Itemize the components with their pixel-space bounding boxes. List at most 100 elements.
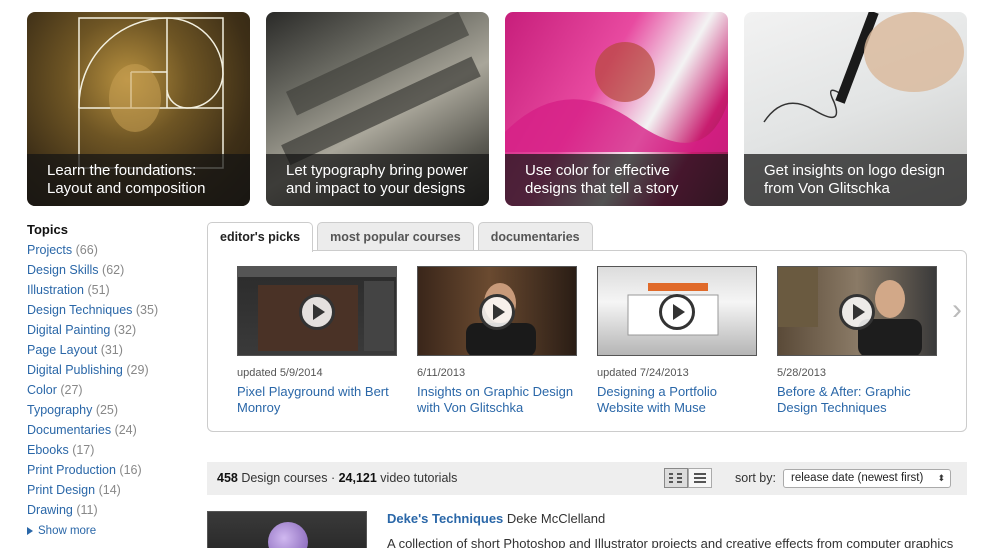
hero-tile-logo[interactable]: Get insights on logo design from Von Gli… [744, 12, 967, 206]
hero-caption: Use color for effective designs that tel… [505, 154, 728, 206]
play-icon[interactable] [659, 294, 695, 330]
show-more-link[interactable]: Show more [27, 521, 197, 541]
play-icon[interactable] [299, 294, 335, 330]
select-arrows-icon: ⬍ [937, 473, 945, 483]
sort-select[interactable]: release date (newest first) ⬍ [783, 469, 951, 488]
triangle-right-icon [27, 527, 33, 535]
play-icon[interactable] [839, 294, 875, 330]
course-title-link[interactable]: Deke's Techniques [387, 511, 503, 526]
hero-caption-line: Let typography bring power [286, 162, 468, 179]
topic-link-color[interactable]: Color (27) [27, 380, 197, 400]
course-carousel: updated 5/9/2014 Pixel Playground with B… [207, 250, 967, 432]
hero-caption-line: from Von Glitschka [764, 180, 890, 197]
hero-caption: Get insights on logo design from Von Gli… [744, 154, 967, 206]
hero-caption-line: Learn the foundations: [47, 162, 197, 179]
topic-link-design-skills[interactable]: Design Skills (62) [27, 260, 197, 280]
hero-caption: Let typography bring power and impact to… [266, 154, 489, 206]
carousel-card[interactable]: updated 7/24/2013 Designing a Portfolio … [597, 266, 758, 416]
topic-link-print-production[interactable]: Print Production (16) [27, 460, 197, 480]
detail-view-button[interactable] [664, 468, 688, 488]
card-title-line: Design Techniques [777, 400, 887, 415]
topic-count: (24) [114, 423, 137, 437]
topic-count: (66) [75, 243, 98, 257]
topic-label: Typography [27, 403, 93, 417]
topic-link-digital-publishing[interactable]: Digital Publishing (29) [27, 360, 197, 380]
results-count: 458 Design courses · 24,121 video tutori… [217, 471, 457, 485]
topic-link-design-techniques[interactable]: Design Techniques (35) [27, 300, 197, 320]
topic-link-illustration[interactable]: Illustration (51) [27, 280, 197, 300]
course-thumbnail[interactable] [207, 511, 367, 548]
hero-caption-line: Layout and composition [47, 180, 206, 197]
topic-link-ebooks[interactable]: Ebooks (17) [27, 440, 197, 460]
carousel-next-arrow-icon[interactable]: › [952, 295, 962, 325]
video-label: video tutorials [376, 471, 458, 485]
topic-link-documentaries[interactable]: Documentaries (24) [27, 420, 197, 440]
hero-caption-line: Use color for effective [525, 162, 670, 179]
video-count: 24,121 [338, 471, 377, 485]
hero-tile-color[interactable]: Use color for effective designs that tel… [505, 12, 728, 206]
course-tabs: editor's picks most popular courses docu… [207, 222, 597, 252]
topic-count: (16) [119, 463, 142, 477]
show-more-label: Show more [38, 525, 97, 537]
topic-label: Digital Painting [27, 323, 111, 337]
card-title-link[interactable]: Pixel Playground with Bert Monroy [237, 384, 398, 416]
topic-label: Print Design [27, 483, 96, 497]
topic-link-digital-painting[interactable]: Digital Painting (32) [27, 320, 197, 340]
course-art-icon [268, 522, 308, 548]
card-title-link[interactable]: Designing a Portfolio Website with Muse [597, 384, 758, 416]
topic-link-drawing[interactable]: Drawing (11) [27, 500, 197, 520]
course-thumbnail[interactable] [777, 266, 937, 356]
carousel-card[interactable]: 5/28/2013 Before & After: Graphic Design… [777, 266, 938, 416]
sort-label: sort by: [735, 471, 776, 485]
featured-banners: Learn the foundations: Layout and compos… [27, 12, 967, 206]
course-thumbnail[interactable] [237, 266, 397, 356]
topic-count: (51) [87, 283, 110, 297]
topic-label: Print Production [27, 463, 116, 477]
hero-tile-layout[interactable]: Learn the foundations: Layout and compos… [27, 12, 250, 206]
course-heading: Deke's Techniques Deke McClelland [387, 511, 605, 526]
topic-label: Illustration [27, 283, 84, 297]
topic-count: (14) [98, 483, 121, 497]
hero-caption-line: Get insights on logo design [764, 162, 945, 179]
card-title-link[interactable]: Insights on Graphic Design with Von Glit… [417, 384, 578, 416]
course-thumbnail[interactable] [597, 266, 757, 356]
topic-count: (17) [72, 443, 95, 457]
course-description: A collection of short Photoshop and Illu… [387, 536, 954, 548]
card-title-line: Monroy [237, 400, 281, 415]
card-date: 5/28/2013 [777, 367, 826, 379]
card-title-link[interactable]: Before & After: Graphic Design Technique… [777, 384, 938, 416]
topics-sidebar: Topics Projects (66) Design Skills (62) … [27, 222, 197, 541]
topic-count: (29) [126, 363, 149, 377]
carousel-card[interactable]: updated 5/9/2014 Pixel Playground with B… [237, 266, 398, 416]
card-title-line: Website with Muse [597, 400, 706, 415]
view-toggle [664, 468, 712, 488]
list-view-button[interactable] [688, 468, 712, 488]
tab-most-popular[interactable]: most popular courses [317, 222, 474, 251]
sort-selected-value: release date (newest first) [791, 472, 924, 484]
card-date: updated 5/9/2014 [237, 367, 323, 379]
card-date: 6/11/2013 [417, 367, 466, 379]
topic-link-print-design[interactable]: Print Design (14) [27, 480, 197, 500]
hero-caption-line: and impact to your designs [286, 180, 466, 197]
tab-documentaries[interactable]: documentaries [477, 222, 593, 251]
course-author: Deke McClelland [503, 511, 606, 526]
play-icon[interactable] [479, 294, 515, 330]
topic-label: Digital Publishing [27, 363, 123, 377]
results-bar: 458 Design courses · 24,121 video tutori… [207, 462, 967, 495]
hero-tile-typography[interactable]: Let typography bring power and impact to… [266, 12, 489, 206]
tab-editors-picks[interactable]: editor's picks [207, 222, 314, 252]
carousel-card[interactable]: 6/11/2013 Insights on Graphic Design wit… [417, 266, 578, 416]
card-title-line: Before & After: Graphic [777, 384, 911, 399]
card-date: updated 7/24/2013 [597, 367, 689, 379]
topic-link-page-layout[interactable]: Page Layout (31) [27, 340, 197, 360]
topic-label: Drawing [27, 503, 73, 517]
topic-label: Projects [27, 243, 73, 257]
topic-label: Design Skills [27, 263, 99, 277]
topic-count: (25) [95, 403, 119, 417]
topic-link-typography[interactable]: Typography (25) [27, 400, 197, 420]
topic-count: (11) [76, 503, 98, 517]
topic-count: (31) [100, 343, 123, 357]
course-thumbnail[interactable] [417, 266, 577, 356]
topic-link-projects[interactable]: Projects (66) [27, 240, 197, 260]
card-title-line: Insights on Graphic Design [417, 384, 574, 399]
